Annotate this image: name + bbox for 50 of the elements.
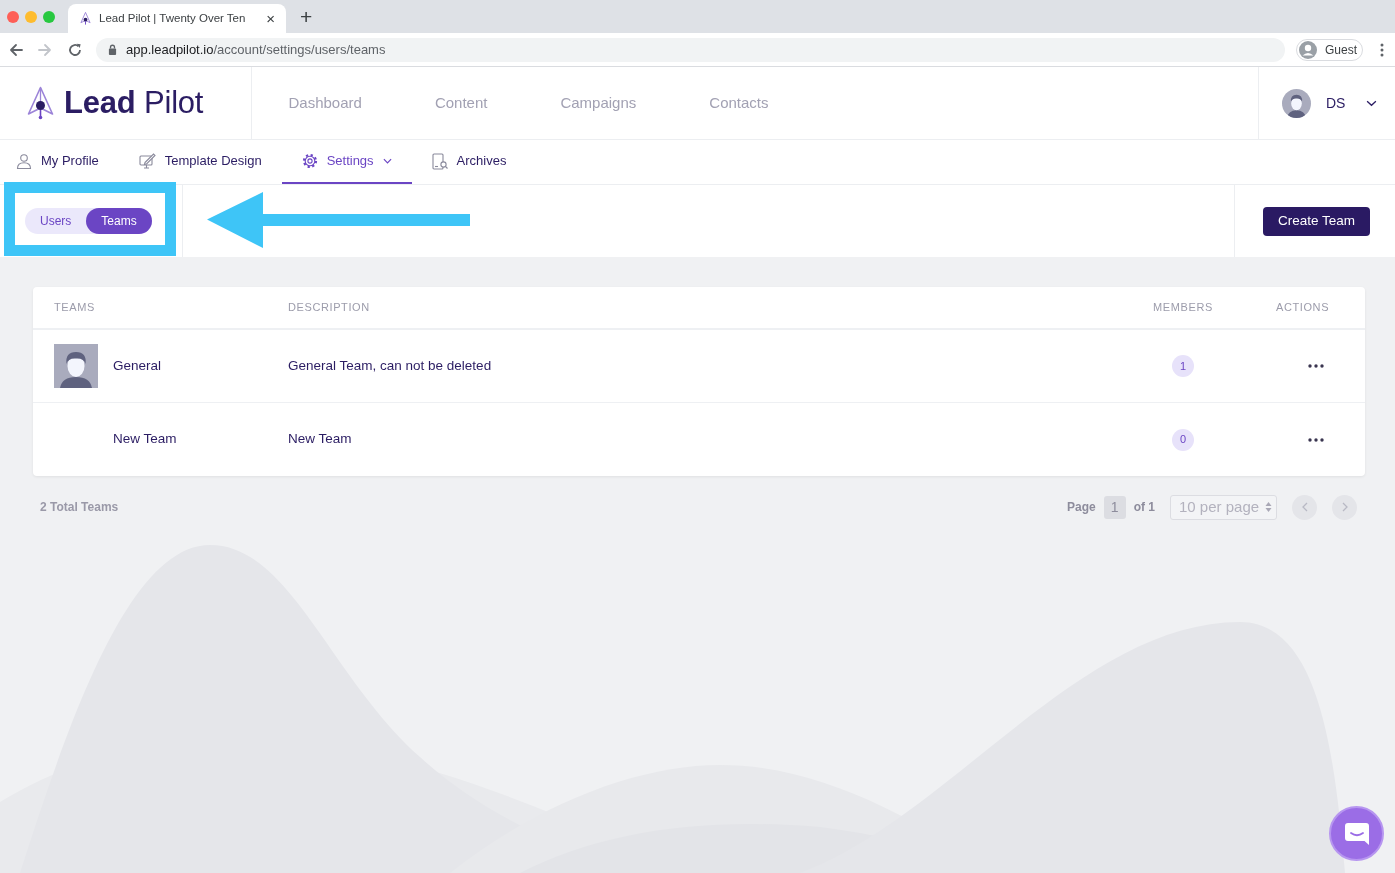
browser-tab[interactable]: Lead Pilot | Twenty Over Ten × bbox=[68, 4, 286, 33]
document-magnifier-icon bbox=[431, 152, 448, 170]
new-tab-button[interactable]: + bbox=[298, 6, 315, 27]
profile-button[interactable]: Guest bbox=[1296, 38, 1363, 61]
settings-icon bbox=[301, 153, 318, 169]
sub-nav-tab[interactable]: Archives bbox=[411, 140, 527, 184]
url-path: /account/settings/users/teams bbox=[213, 40, 386, 59]
chevron-down-icon[interactable] bbox=[1366, 99, 1378, 107]
chevron-right-icon bbox=[1340, 502, 1349, 512]
team-name[interactable]: New Team bbox=[113, 429, 177, 450]
more-icon[interactable] bbox=[1308, 437, 1324, 442]
chevron-left-icon bbox=[1300, 502, 1309, 512]
close-tab-button[interactable]: × bbox=[264, 11, 277, 26]
logo-text[interactable]: Lead Pilot bbox=[64, 79, 204, 127]
more-icon[interactable] bbox=[1308, 364, 1324, 368]
member-count-badge: 1 bbox=[1172, 355, 1194, 377]
column-header: MEMBERS bbox=[1153, 300, 1213, 316]
person-icon bbox=[1299, 40, 1317, 59]
column-header: ACTIONS bbox=[1276, 300, 1330, 316]
chat-button[interactable] bbox=[1329, 806, 1384, 861]
monitor-pen-icon bbox=[138, 153, 156, 169]
column-header: DESCRIPTION bbox=[288, 300, 370, 316]
toggle-option[interactable]: Teams bbox=[86, 208, 152, 234]
tab-title: Lead Pilot | Twenty Over Ten bbox=[99, 10, 246, 26]
back-icon[interactable] bbox=[9, 42, 23, 57]
page-label: Page bbox=[1066, 499, 1096, 516]
menu-icon[interactable] bbox=[1380, 42, 1384, 57]
url-host: app.leadpilot.io bbox=[126, 40, 214, 59]
user-initials[interactable]: DS bbox=[1326, 92, 1346, 114]
sub-nav-tab[interactable]: Template Design bbox=[118, 140, 282, 184]
address-bar[interactable]: app.leadpilot.io/account/settings/users/teams bbox=[96, 37, 1285, 62]
create-team-button[interactable]: Create Team bbox=[1263, 206, 1371, 236]
avatar-icon[interactable] bbox=[1282, 88, 1311, 118]
total-teams-count: 2 Total Teams bbox=[40, 499, 119, 516]
sub-nav-tab[interactable]: My Profile bbox=[0, 140, 119, 184]
team-description: New Team bbox=[288, 430, 352, 449]
chevron-down-icon bbox=[382, 158, 392, 164]
favicon-icon bbox=[80, 12, 91, 25]
sort-arrows-icon bbox=[1265, 501, 1272, 513]
team-description: General Team, can not be deleted bbox=[288, 356, 492, 375]
reload-icon[interactable] bbox=[68, 42, 82, 57]
member-count-badge: 0 bbox=[1172, 428, 1194, 451]
team-name[interactable]: General bbox=[113, 355, 162, 377]
column-header: TEAMS bbox=[54, 300, 95, 316]
toggle-option[interactable]: Users bbox=[25, 208, 87, 234]
page-count: of 1 bbox=[1133, 499, 1155, 516]
person-icon bbox=[16, 153, 32, 169]
logo-icon[interactable] bbox=[26, 86, 55, 120]
chat-icon bbox=[1343, 821, 1370, 846]
lock-icon bbox=[108, 44, 117, 55]
